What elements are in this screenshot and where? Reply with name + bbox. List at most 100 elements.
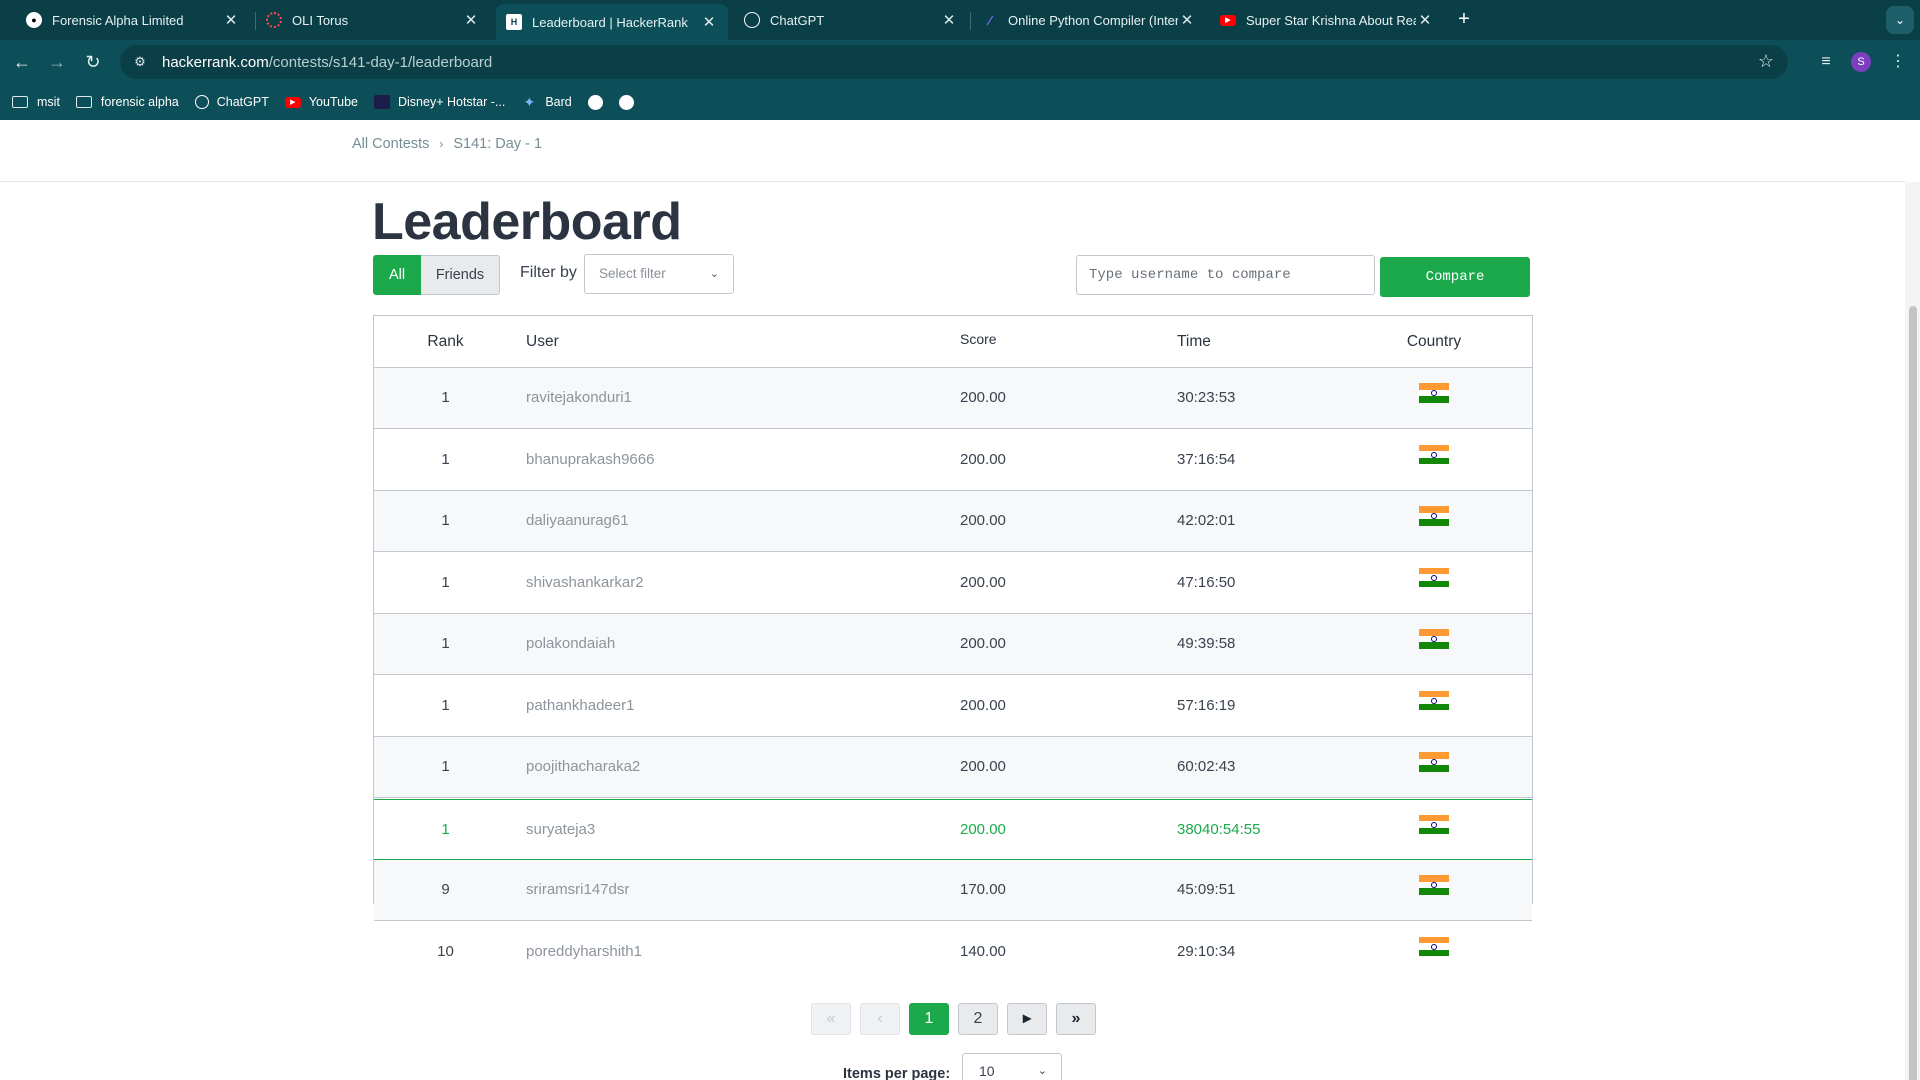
close-tab-icon[interactable]: ✕ xyxy=(1416,11,1434,29)
url-text[interactable]: hackerrank.com/contests/s141-day-1/leade… xyxy=(162,54,492,71)
score-cell: 200.00 xyxy=(960,389,1006,406)
bookmark-bard[interactable]: ✦ Bard xyxy=(521,93,571,110)
breadcrumb: All Contests › S141: Day - 1 xyxy=(352,136,542,152)
country-cell xyxy=(1364,629,1504,653)
items-per-page-label: Items per page: xyxy=(843,1066,951,1080)
filter-select[interactable]: Select filter ⌄ xyxy=(584,254,734,294)
table-row: 9 sriramsri147dsr 170.00 45:09:51 xyxy=(374,860,1532,921)
score-cell: 170.00 xyxy=(960,881,1006,898)
next-page-button[interactable]: ▸ xyxy=(1007,1003,1047,1035)
score-cell: 200.00 xyxy=(960,696,1006,714)
last-page-button[interactable]: » xyxy=(1056,1003,1096,1035)
bookmark-label: Disney+ Hotstar -... xyxy=(397,95,506,109)
username-link[interactable]: poojithacharaka2 xyxy=(526,758,640,775)
back-icon[interactable]: ← xyxy=(10,50,34,74)
header-score[interactable]: Score xyxy=(960,331,997,347)
country-cell xyxy=(1364,690,1504,715)
items-per-page-select[interactable]: 10 ⌄ xyxy=(962,1053,1062,1080)
browser-tab-oli-torus[interactable]: OLI Torus ✕ xyxy=(256,4,490,36)
bookmark-globe-2[interactable] xyxy=(618,94,634,110)
chevron-down-icon: ⌄ xyxy=(709,268,719,280)
india-flag-icon xyxy=(1419,752,1449,772)
header-user[interactable]: User xyxy=(526,333,559,351)
close-tab-icon[interactable]: ✕ xyxy=(1178,11,1196,29)
time-cell: 60:02:43 xyxy=(1177,758,1236,775)
tab-title: Leaderboard | HackerRank xyxy=(532,14,688,30)
reload-icon[interactable]: ↻ xyxy=(81,50,105,74)
scrollbar-thumb[interactable] xyxy=(1909,306,1917,1080)
tab-title: ChatGPT xyxy=(770,12,825,28)
first-page-button[interactable]: « xyxy=(811,1003,851,1035)
header-rank[interactable]: Rank xyxy=(374,333,517,351)
compare-username-input[interactable] xyxy=(1076,255,1375,295)
bookmark-forensic-alpha[interactable]: forensic alpha xyxy=(75,95,179,109)
bookmark-msit[interactable]: msit xyxy=(12,95,60,109)
username-link[interactable]: shivashankarkar2 xyxy=(526,574,644,591)
browser-tab-python-compiler[interactable]: ⁄ Online Python Compiler (Inter ✕ xyxy=(972,4,1206,36)
close-tab-icon[interactable]: ✕ xyxy=(462,11,480,29)
bard-icon: ✦ xyxy=(523,93,536,110)
score-cell: 200.00 xyxy=(960,820,1006,838)
leaderboard-table: Rank User Score Time Country 1 ravitejako… xyxy=(373,315,1533,960)
hackerrank-icon: H xyxy=(506,14,522,30)
time-cell: 37:16:54 xyxy=(1177,450,1236,468)
browser-chrome: ● Forensic Alpha Limited ✕ OLI Torus ✕ H… xyxy=(0,0,1920,120)
tab-separator xyxy=(970,12,971,30)
username-link[interactable]: sriramsri147dsr xyxy=(526,881,629,898)
page-2-button[interactable]: 2 xyxy=(958,1003,998,1035)
score-cell: 200.00 xyxy=(960,758,1006,775)
username-link[interactable]: poreddyharshith1 xyxy=(526,943,642,960)
breadcrumb-all-contests[interactable]: All Contests xyxy=(352,136,429,152)
menu-kebab-icon[interactable]: ⋮ xyxy=(1886,50,1910,74)
rank-cell: 1 xyxy=(441,820,450,838)
username-link[interactable]: pathankhadeer1 xyxy=(526,697,634,714)
bookmark-star-icon[interactable]: ☆ xyxy=(1758,51,1774,72)
page-title: Leaderboard xyxy=(372,193,682,251)
username-link[interactable]: polakondaiah xyxy=(526,635,615,652)
rank-cell: 1 xyxy=(441,635,450,652)
close-tab-icon[interactable]: ✕ xyxy=(222,11,240,29)
tab-search-button[interactable]: ⌄ xyxy=(1886,6,1914,34)
forward-icon[interactable]: → xyxy=(45,50,69,74)
filter-select-placeholder: Select filter xyxy=(599,266,666,281)
globe-icon xyxy=(618,94,634,110)
browser-tab-chatgpt[interactable]: ChatGPT ✕ xyxy=(734,4,968,36)
india-flag-icon xyxy=(1419,506,1449,526)
chevron-down-icon: ⌄ xyxy=(1037,1065,1047,1077)
username-link[interactable]: daliyaanurag61 xyxy=(526,512,629,529)
country-cell xyxy=(1364,875,1504,899)
header-time[interactable]: Time xyxy=(1177,333,1211,351)
bookmark-globe-1[interactable] xyxy=(587,94,603,110)
address-bar[interactable]: ⚙ hackerrank.com/contests/s141-day-1/lea… xyxy=(120,45,1788,79)
page-scrollbar[interactable] xyxy=(1905,182,1920,1080)
username-link[interactable]: suryateja3 xyxy=(526,821,595,838)
breadcrumb-current[interactable]: S141: Day - 1 xyxy=(453,136,542,152)
username-link[interactable]: ravitejakonduri1 xyxy=(526,389,632,406)
rank-cell: 10 xyxy=(437,942,454,960)
close-tab-icon[interactable]: ✕ xyxy=(940,11,958,29)
bookmark-hotstar[interactable]: Disney+ Hotstar -... xyxy=(373,95,506,109)
rank-cell: 9 xyxy=(441,881,450,898)
username-link[interactable]: bhanuprakash9666 xyxy=(526,451,654,468)
reading-list-icon[interactable]: ≡ xyxy=(1814,50,1838,74)
new-tab-button[interactable]: + xyxy=(1452,8,1476,32)
tab-friends[interactable]: Friends xyxy=(421,255,500,295)
score-cell: 200.00 xyxy=(960,573,1006,591)
header-country[interactable]: Country xyxy=(1364,333,1504,351)
close-tab-icon[interactable]: ✕ xyxy=(700,13,718,31)
bookmark-youtube[interactable]: ▶ YouTube xyxy=(284,95,358,109)
table-row: 1 polakondaiah 200.00 49:39:58 xyxy=(374,614,1532,675)
site-info-icon[interactable]: ⚙ xyxy=(130,54,150,70)
india-flag-icon xyxy=(1419,690,1449,711)
tab-strip: ● Forensic Alpha Limited ✕ OLI Torus ✕ H… xyxy=(0,0,1920,40)
profile-avatar[interactable]: S xyxy=(1851,52,1871,72)
prev-page-button[interactable]: ‹ xyxy=(860,1003,900,1035)
compare-button[interactable]: Compare xyxy=(1380,257,1530,297)
page-1-button[interactable]: 1 xyxy=(909,1003,949,1035)
browser-tab-leaderboard[interactable]: H Leaderboard | HackerRank ✕ xyxy=(496,4,728,40)
bookmark-chatgpt[interactable]: ChatGPT xyxy=(194,95,269,109)
browser-tab-forensic-alpha[interactable]: ● Forensic Alpha Limited ✕ xyxy=(16,4,250,36)
tab-all[interactable]: All xyxy=(373,255,421,295)
url-path: /contests/s141-day-1/leaderboard xyxy=(268,53,493,71)
browser-tab-youtube[interactable]: ▶ Super Star Krishna About Rea ✕ xyxy=(1210,4,1444,36)
